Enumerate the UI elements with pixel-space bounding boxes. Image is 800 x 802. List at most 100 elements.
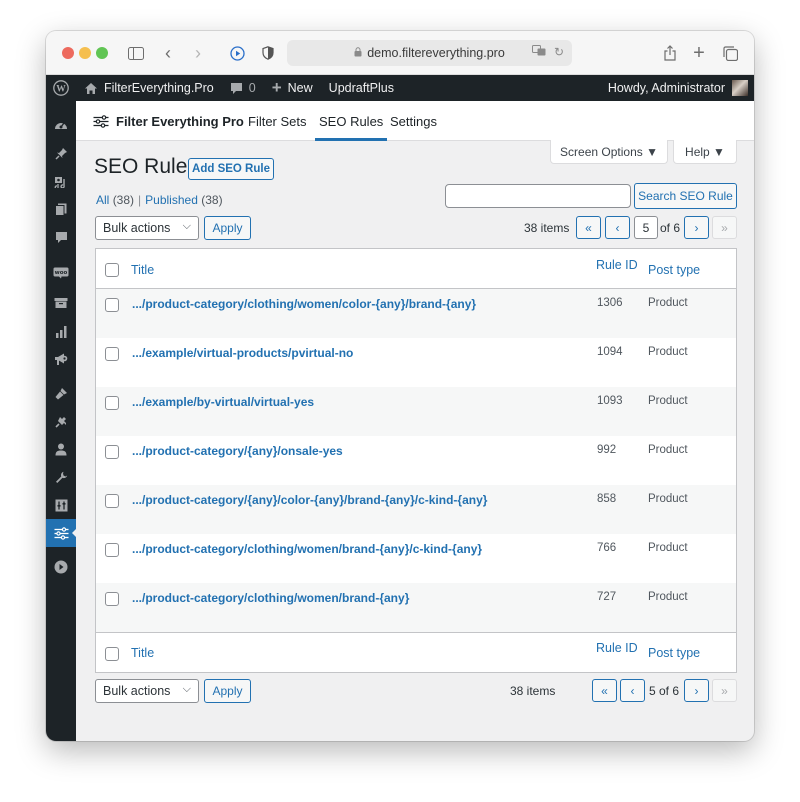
column-rule-id-header[interactable]: Rule ID	[596, 258, 638, 272]
filter-all-link[interactable]: All (38)	[96, 193, 134, 207]
dashboard-icon[interactable]	[46, 113, 76, 137]
analytics-icon[interactable]	[46, 319, 76, 343]
lock-icon	[354, 46, 362, 60]
rule-title-link[interactable]: .../product-category/{any}/onsale-yes	[132, 444, 343, 458]
total-pages-text-top: of 6	[660, 221, 681, 235]
prev-page-button-top[interactable]: ‹	[605, 216, 630, 239]
add-seo-rule-button[interactable]: Add SEO Rule	[188, 158, 274, 180]
site-name-link[interactable]: FilterEverything.Pro	[76, 75, 222, 101]
share-icon[interactable]	[662, 41, 678, 65]
last-page-button-top: »	[712, 216, 737, 239]
search-seo-rule-button[interactable]: Search SEO Rule	[634, 183, 737, 209]
rule-title-link[interactable]: .../product-category/clothing/women/colo…	[132, 297, 476, 311]
tools-wrench-icon[interactable]	[46, 465, 76, 489]
post-type: Product	[648, 346, 688, 358]
reload-icon[interactable]: ↻	[554, 45, 564, 59]
select-all-checkbox-footer[interactable]	[105, 647, 119, 661]
tab-filter-sets[interactable]: Filter Sets	[248, 101, 307, 141]
page-indicator-bottom: 5 of 6	[649, 684, 680, 698]
column-title-footer[interactable]: Title	[131, 646, 154, 660]
updraftplus-link[interactable]: UpdraftPlus	[321, 75, 402, 101]
column-title-header[interactable]: Title	[131, 263, 154, 277]
next-page-button-bottom[interactable]: ›	[684, 679, 709, 702]
rule-title-link[interactable]: .../product-category/{any}/color-{any}/b…	[132, 493, 487, 507]
avatar	[732, 80, 748, 96]
zoom-window-button[interactable]	[96, 47, 108, 59]
appearance-brush-icon[interactable]	[46, 381, 76, 405]
row-checkbox[interactable]	[105, 592, 119, 606]
table-row: .../example/by-virtual/virtual-yes 1093 Pr…	[96, 387, 736, 436]
products-icon[interactable]	[46, 291, 76, 315]
filter-everything-icon[interactable]	[46, 519, 77, 547]
comments-icon[interactable]	[46, 225, 76, 249]
prev-page-button-bottom[interactable]: ‹	[620, 679, 645, 702]
tab-seo-rules[interactable]: SEO Rules	[315, 101, 388, 141]
column-rule-id-footer[interactable]: Rule ID	[596, 641, 638, 655]
back-icon[interactable]: ‹	[160, 41, 176, 65]
bulk-actions-select-top[interactable]: Bulk actions ⌵	[95, 216, 199, 240]
row-checkbox[interactable]	[105, 396, 119, 410]
users-icon[interactable]	[46, 437, 76, 461]
screen-options-button[interactable]: Screen Options ▼	[550, 140, 668, 164]
row-checkbox[interactable]	[105, 298, 119, 312]
tab-overview-icon[interactable]	[722, 41, 738, 65]
row-checkbox[interactable]	[105, 494, 119, 508]
translate-icon[interactable]	[531, 45, 546, 59]
rule-id: 766	[597, 542, 617, 554]
column-post-type-header[interactable]: Post type	[648, 263, 700, 277]
row-checkbox[interactable]	[105, 347, 119, 361]
reader-play-icon[interactable]	[228, 41, 246, 65]
apply-button-bottom[interactable]: Apply	[204, 679, 251, 703]
bulk-actions-select-bottom[interactable]: Bulk actions ⌵	[95, 679, 199, 703]
apply-button-top[interactable]: Apply	[204, 216, 251, 240]
minimize-window-button[interactable]	[79, 47, 91, 59]
rule-id: 1306	[597, 297, 623, 309]
first-page-button-top[interactable]: «	[576, 216, 601, 239]
wp-admin-bar: W FilterEverything.Pro 0 + New UpdraftPl…	[46, 75, 754, 101]
last-page-button-bottom: »	[712, 679, 737, 702]
row-checkbox[interactable]	[105, 543, 119, 557]
collapse-menu-icon[interactable]	[46, 555, 76, 579]
filter-published-link[interactable]: Published (38)	[145, 193, 222, 207]
howdy-text: Howdy, Administrator	[607, 81, 725, 95]
row-checkbox[interactable]	[105, 445, 119, 459]
rule-title-link[interactable]: .../product-category/clothing/women/bran…	[132, 542, 482, 556]
comments-count: 0	[248, 81, 256, 95]
new-tab-icon[interactable]: +	[691, 41, 707, 65]
rule-title-link[interactable]: .../product-category/clothing/women/bran…	[132, 591, 409, 605]
privacy-shield-icon[interactable]	[260, 41, 276, 65]
rule-title-link[interactable]: .../example/by-virtual/virtual-yes	[132, 395, 314, 409]
table-row: .../product-category/{any}/onsale-yes 992…	[96, 436, 736, 485]
posts-pin-icon[interactable]	[46, 141, 76, 165]
media-icon[interactable]	[46, 169, 76, 193]
rule-title-link[interactable]: .../example/virtual-products/pvirtual-no	[132, 346, 353, 360]
pages-icon[interactable]	[46, 197, 76, 221]
sidebar-toggle-icon[interactable]	[126, 41, 146, 65]
new-content-link[interactable]: + New	[264, 75, 321, 101]
column-post-type-footer[interactable]: Post type	[648, 646, 700, 660]
settings-icon[interactable]	[46, 493, 76, 517]
select-all-checkbox[interactable]	[105, 263, 119, 277]
plugins-icon[interactable]	[46, 409, 76, 433]
woocommerce-icon[interactable]: woo	[46, 261, 76, 285]
first-page-button-bottom[interactable]: «	[592, 679, 617, 702]
bulk-actions-label: Bulk actions	[103, 684, 171, 698]
svg-text:woo: woo	[55, 270, 68, 276]
new-label: New	[287, 81, 313, 95]
tab-settings[interactable]: Settings	[390, 101, 437, 141]
comments-link[interactable]: 0	[222, 75, 264, 101]
marketing-icon[interactable]	[46, 347, 76, 371]
filter-sliders-icon	[93, 114, 109, 128]
updraftplus-label: UpdraftPlus	[328, 81, 394, 95]
forward-icon[interactable]: ›	[190, 41, 206, 65]
current-page-input[interactable]: 5	[634, 216, 658, 239]
address-bar[interactable]: demo.filtereverything.pro ↻	[287, 40, 572, 66]
url-text: demo.filtereverything.pro	[367, 46, 505, 60]
next-page-button-top[interactable]: ›	[684, 216, 709, 239]
account-menu[interactable]: Howdy, Administrator	[608, 80, 754, 96]
help-button[interactable]: Help ▼	[673, 140, 737, 164]
search-input[interactable]	[445, 184, 631, 208]
rule-id: 1094	[597, 346, 623, 358]
wordpress-logo-icon[interactable]: W	[46, 75, 76, 101]
close-window-button[interactable]	[62, 47, 74, 59]
